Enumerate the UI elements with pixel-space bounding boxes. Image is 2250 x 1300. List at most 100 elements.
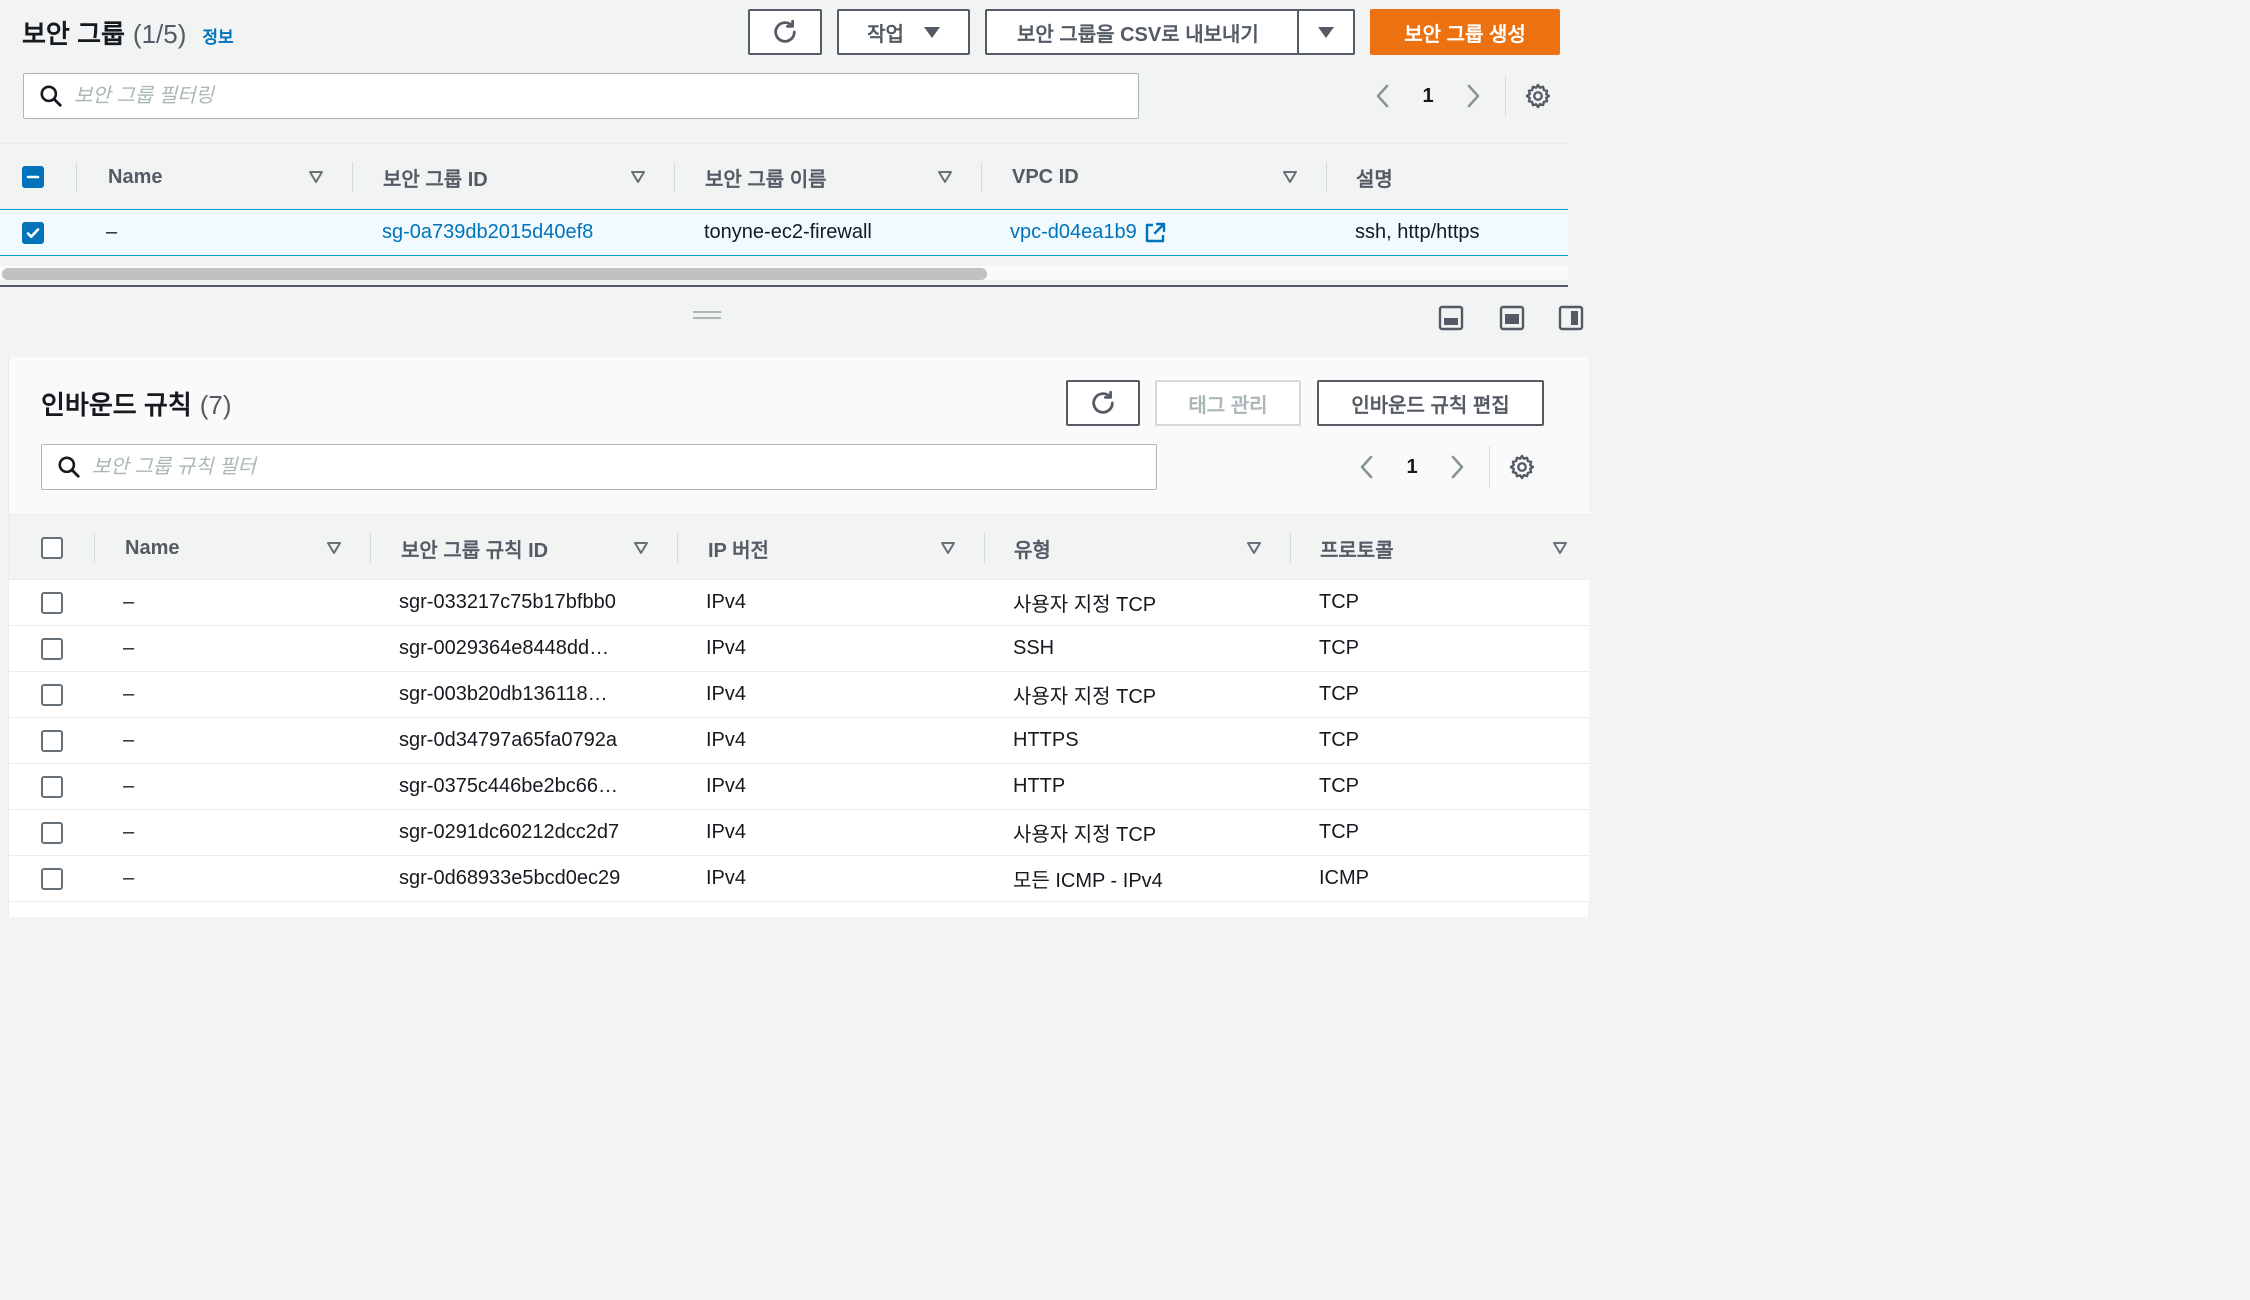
refresh-button[interactable] — [748, 9, 822, 55]
table-row[interactable]: – sgr-0029364e8448dd… IPv4 SSH TCP — [9, 626, 1589, 672]
preferences-button[interactable] — [1522, 80, 1554, 112]
inbound-rule-filter[interactable] — [41, 444, 1157, 490]
info-link[interactable]: 정보 — [202, 23, 233, 48]
horizontal-scrollbar-thumb[interactable] — [2, 268, 987, 280]
create-security-group-button[interactable]: 보안 그룹 생성 — [1370, 9, 1560, 55]
cell-ip-version: IPv4 — [706, 637, 747, 659]
checkbox-indeterminate-icon — [22, 166, 44, 188]
select-all-checkbox[interactable] — [22, 144, 44, 210]
column-divider — [1326, 162, 1327, 192]
cell-description: ssh, http/https — [1355, 221, 1480, 243]
cell-ip-version: IPv4 — [706, 775, 747, 797]
table-row[interactable]: – sgr-0d34797a65fa0792a IPv4 HTTPS TCP — [9, 718, 1589, 764]
cell-ip-version: IPv4 — [706, 729, 747, 751]
column-header-vpc-id[interactable]: VPC ID — [1012, 144, 1326, 210]
panel-layout-bottom-icon[interactable] — [1438, 305, 1464, 331]
row-checkbox[interactable] — [22, 210, 44, 255]
row-checkbox[interactable] — [41, 672, 63, 717]
column-header-rule-id[interactable]: 보안 그룹 규칙 ID — [401, 515, 677, 581]
column-header-description[interactable]: 설명 — [1356, 144, 1393, 210]
gear-icon — [1525, 83, 1551, 109]
row-checkbox[interactable] — [41, 580, 63, 625]
cell-name: – — [123, 591, 135, 613]
checkbox-icon — [41, 867, 63, 890]
row-checkbox[interactable] — [41, 626, 63, 671]
column-header-type[interactable]: 유형 — [1014, 515, 1290, 581]
current-page[interactable]: 1 — [1399, 85, 1457, 108]
row-checkbox[interactable] — [41, 764, 63, 809]
panel-layout-side-icon[interactable] — [1558, 305, 1584, 331]
column-header-name[interactable]: Name — [108, 144, 352, 210]
sort-icon — [1247, 542, 1261, 554]
column-header-label: IP 버전 — [708, 539, 769, 562]
column-header-protocol[interactable]: 프로토콜 — [1320, 515, 1570, 581]
edit-inbound-rules-button[interactable]: 인바운드 규칙 편집 — [1317, 380, 1544, 426]
column-divider — [677, 533, 678, 563]
column-header-label: 설명 — [1356, 168, 1393, 191]
row-checkbox[interactable] — [41, 856, 63, 901]
previous-page-button[interactable] — [1367, 80, 1399, 112]
column-header-label: 보안 그룹 ID — [383, 168, 488, 191]
actions-dropdown-button[interactable]: 작업 — [837, 9, 970, 55]
cell-ip-version: IPv4 — [706, 683, 747, 705]
panel-layout-center-icon[interactable] — [1499, 305, 1525, 331]
security-group-filter-input[interactable] — [74, 84, 954, 108]
sort-icon — [327, 542, 341, 554]
checkbox-checked-icon — [22, 221, 44, 244]
table-row[interactable]: – sg-0a739db2015d40ef8 tonyne-ec2-firewa… — [0, 209, 1568, 256]
cell-rule-id: sgr-0029364e8448dd… — [399, 637, 610, 659]
security-groups-panel: 보안 그룹 (1/5) 정보 작업 보안 그룹을 CSV로 내보내기 보안 그룹… — [0, 0, 1568, 286]
sort-icon — [938, 171, 952, 183]
security-groups-header: 보안 그룹 (1/5) 정보 — [22, 14, 234, 51]
column-header-security-group-id[interactable]: 보안 그룹 ID — [383, 144, 674, 210]
cell-protocol: TCP — [1319, 683, 1359, 705]
inbound-refresh-button[interactable] — [1066, 380, 1140, 426]
cell-protocol: ICMP — [1319, 867, 1369, 889]
column-header-name[interactable]: Name — [125, 515, 370, 581]
cell-name: – — [106, 221, 118, 243]
row-checkbox[interactable] — [41, 718, 63, 763]
column-divider — [981, 162, 982, 192]
cell-type: 사용자 지정 TCP — [1013, 824, 1157, 846]
vpc-id-link[interactable]: vpc-d04ea1b9 — [1010, 210, 1167, 255]
table-row[interactable]: – sgr-003b20db136118… IPv4 사용자 지정 TCP TC… — [9, 672, 1589, 718]
export-csv-button[interactable]: 보안 그룹을 CSV로 내보내기 — [985, 9, 1355, 55]
actions-label: 작업 — [867, 23, 904, 46]
current-page[interactable]: 1 — [1383, 456, 1441, 479]
export-options-toggle[interactable] — [1297, 11, 1353, 53]
security-group-filter[interactable] — [23, 73, 1139, 119]
inbound-rule-filter-input[interactable] — [92, 455, 972, 479]
checkbox-icon — [41, 683, 63, 706]
cell-type: HTTPS — [1013, 729, 1079, 751]
external-link-icon — [1145, 222, 1165, 242]
vpc-id-text: vpc-d04ea1b9 — [1010, 221, 1137, 243]
column-header-ip-version[interactable]: IP 버전 — [708, 515, 984, 581]
table-row[interactable]: – sgr-0375c446be2bc66… IPv4 HTTP TCP — [9, 764, 1589, 810]
column-header-label: Name — [125, 536, 180, 559]
previous-page-button[interactable] — [1351, 451, 1383, 483]
manage-tags-button[interactable]: 태그 관리 — [1155, 380, 1301, 426]
resize-handle[interactable] — [693, 311, 721, 319]
selection-count: (1/5) — [132, 19, 187, 49]
preferences-button[interactable] — [1506, 451, 1538, 483]
cell-protocol: TCP — [1319, 775, 1359, 797]
manage-tags-label: 태그 관리 — [1188, 394, 1268, 417]
select-all-checkbox[interactable] — [41, 515, 63, 581]
cell-name: – — [123, 775, 135, 797]
table-row[interactable]: – sgr-0d68933e5bcd0ec29 IPv4 모든 ICMP - I… — [9, 856, 1589, 902]
next-page-button[interactable] — [1441, 451, 1473, 483]
column-header-security-group-name[interactable]: 보안 그룹 이름 — [705, 144, 981, 210]
cell-security-group-name: tonyne-ec2-firewall — [704, 221, 872, 243]
column-divider — [370, 533, 371, 563]
cell-rule-id: sgr-003b20db136118… — [399, 683, 608, 705]
cell-protocol: TCP — [1319, 821, 1359, 843]
table-row[interactable]: – sgr-033217c75b17bfbb0 IPv4 사용자 지정 TCP … — [9, 580, 1589, 626]
sort-icon — [631, 171, 645, 183]
cell-ip-version: IPv4 — [706, 591, 747, 613]
row-checkbox[interactable] — [41, 810, 63, 855]
sort-icon — [309, 171, 323, 183]
next-page-button[interactable] — [1457, 80, 1489, 112]
security-group-id-link[interactable]: sg-0a739db2015d40ef8 — [382, 210, 593, 255]
table-row[interactable]: – sgr-0291dc60212dcc2d7 IPv4 사용자 지정 TCP … — [9, 810, 1589, 856]
column-header-label: 보안 그룹 이름 — [705, 168, 827, 191]
